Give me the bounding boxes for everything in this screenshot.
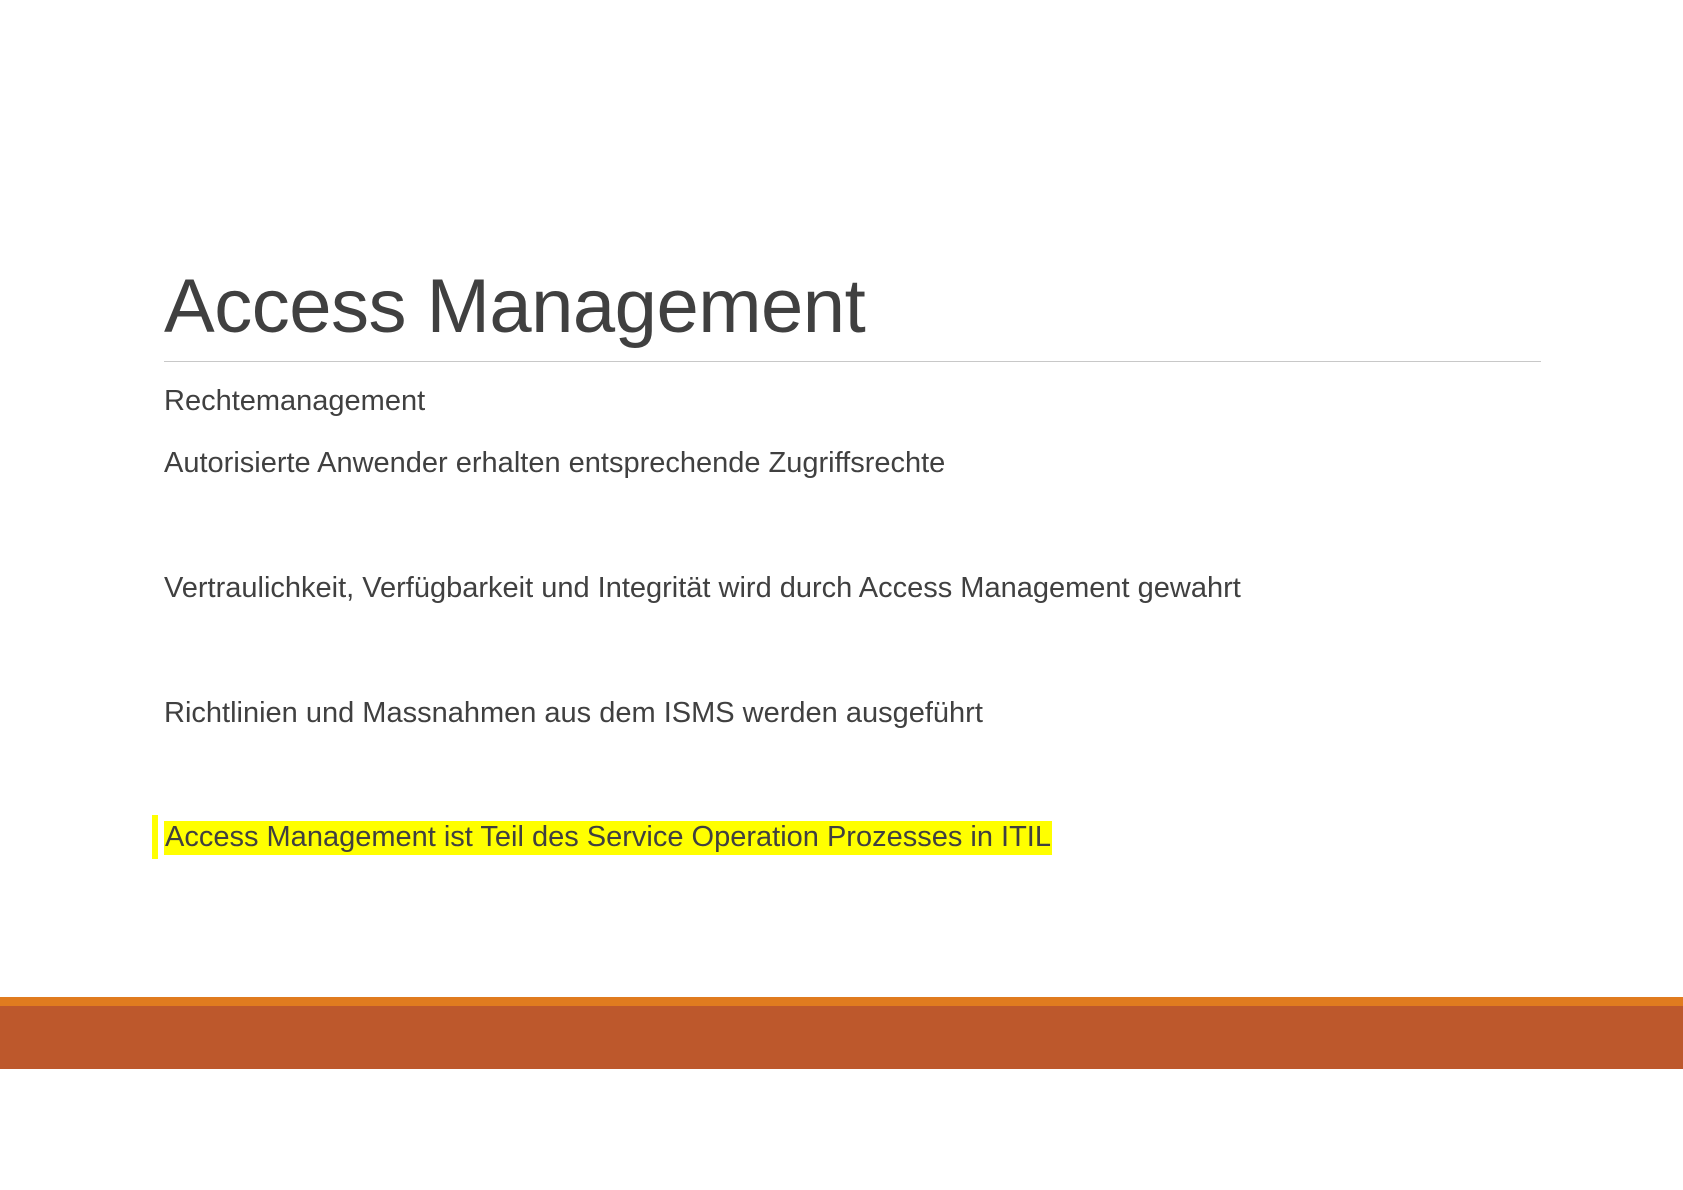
body-text-vertraulichkeit: Vertraulichkeit, Verfügbarkeit und Integ…	[164, 572, 1241, 604]
title-divider	[164, 361, 1541, 362]
highlighted-text: Access Management ist Teil des Service O…	[164, 821, 1052, 855]
highlight-marker	[152, 815, 158, 859]
footer-band	[0, 1006, 1683, 1069]
body-text-autorisierte-anwender: Autorisierte Anwender erhalten entsprech…	[164, 447, 946, 479]
body-text-richtlinien: Richtlinien und Massnahmen aus dem ISMS …	[164, 697, 983, 729]
footer-accent-band	[0, 997, 1683, 1006]
body-text-rechtemanagement: Rechtemanagement	[164, 385, 426, 417]
body-text-itil: Access Management ist Teil des Service O…	[164, 818, 1052, 856]
slide-title: Access Management	[164, 264, 866, 349]
